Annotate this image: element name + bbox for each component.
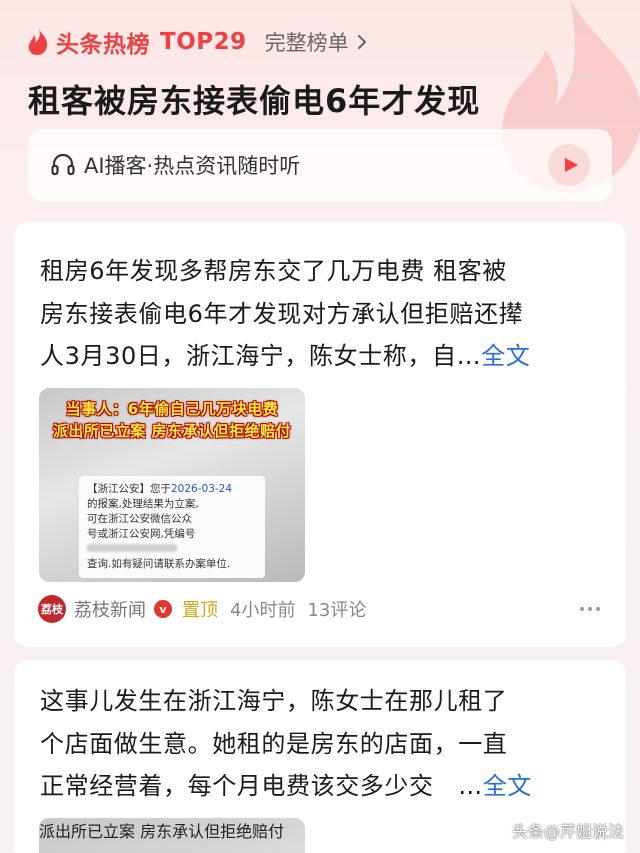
summary-line-last: 正常经营着，每个月电费该交多少交 …全文	[40, 765, 596, 808]
read-full-link[interactable]: 全文	[483, 772, 532, 800]
summary-line-text: 正常经营着，每个月电费该交多少交	[40, 772, 434, 800]
full-list-label: 完整榜单	[264, 31, 349, 55]
police-notice: 【浙江公安】您于2026-03-24 的报案,处理结果为立案, 可在浙江公安微信…	[79, 476, 265, 578]
watermark: 头条@芹姐说法	[511, 822, 624, 841]
notice-line: 查询.如有疑问请联系办案单位.	[87, 558, 231, 570]
thumbnail-caption: 派出所已立案 房东承认但拒绝赔付	[52, 422, 292, 440]
verified-badge-icon: v	[154, 600, 172, 618]
play-button[interactable]	[548, 144, 590, 186]
source-name[interactable]: 荔枝新闻	[74, 596, 146, 622]
summary-line-last: 人3月30日，浙江海宁，陈女士称，自…全文	[40, 335, 596, 378]
article-summary: 租房6年发现多帮房东交了几万电费 租客被 房东接表偷电6年才发现对方承认但拒赔还…	[40, 250, 596, 378]
summary-line-text: 人3月30日，浙江海宁，陈女士称，自	[40, 342, 457, 370]
timestamp: 4小时前	[230, 600, 296, 621]
summary-line: 个店面做生意。她租的是房东的店面，一直	[40, 729, 508, 758]
summary-line: 这事儿发生在浙江海宁，陈女士在那儿租了	[40, 687, 508, 715]
thumbnail-caption: 派出所已立案 房东承认但拒绝赔付	[39, 822, 285, 841]
ai-podcast-bar[interactable]: AI播客·热点资讯随时听	[28, 129, 612, 201]
read-full-link[interactable]: 全文	[481, 342, 530, 370]
pinned-tag: 置顶	[182, 600, 218, 621]
article-card[interactable]: 租房6年发现多帮房东交了几万电费 租客被 房东接表偷电6年才发现对方承认但拒赔还…	[14, 222, 626, 647]
notice-date: 2026-03-24	[171, 483, 233, 495]
article-meta: 荔枝 荔枝新闻 v 置顶 4小时前 13评论	[38, 594, 600, 624]
rank-label: TOP29	[160, 29, 247, 55]
thumbnail-caption: 当事人：6年偷自己几万块电费	[65, 400, 279, 418]
notice-line: 可在浙江公安微信公众	[87, 513, 192, 525]
podcast-label: AI播客·热点资讯随时听	[84, 154, 301, 178]
headphones-icon	[51, 153, 75, 176]
full-list-link[interactable]: 完整榜单	[265, 27, 367, 57]
flame-icon	[28, 29, 48, 55]
more-options-icon[interactable]	[580, 607, 600, 611]
ellipsis: …	[458, 772, 483, 800]
article-summary: 这事儿发生在浙江海宁，陈女士在那儿租了 个店面做生意。她租的是房东的店面，一直 …	[40, 680, 596, 808]
source-logo[interactable]: 荔枝	[38, 595, 66, 623]
ellipsis: …	[456, 342, 482, 370]
summary-line: 租房6年发现多帮房东交了几万电费 租客被	[40, 257, 507, 285]
notice-redacted	[87, 542, 257, 557]
article-thumbnail[interactable]: 派出所已立案 房东承认但拒绝赔付	[39, 818, 305, 853]
hot-list-brand: 头条热榜	[56, 32, 150, 58]
article-thumbnail[interactable]: 当事人：6年偷自己几万块电费 派出所已立案 房东承认但拒绝赔付 【浙江公安】您于…	[39, 388, 305, 582]
notice-line: 号或浙江公安网,凭编号	[87, 528, 196, 540]
play-icon	[564, 158, 578, 172]
notice-line: 的报案,处理结果为立案,	[87, 498, 199, 510]
comment-count[interactable]: 13评论	[307, 596, 366, 622]
chevron-right-icon	[357, 35, 366, 49]
hot-list-header: 头条热榜 TOP29 完整榜单	[26, 24, 367, 60]
notice-line: 【浙江公安】您于2026-03-24	[87, 483, 233, 495]
summary-line: 房东接表偷电6年才发现对方承认但拒赔还撵	[40, 299, 524, 328]
page-title: 租客被房东接表偷电6年才发现	[28, 82, 481, 120]
